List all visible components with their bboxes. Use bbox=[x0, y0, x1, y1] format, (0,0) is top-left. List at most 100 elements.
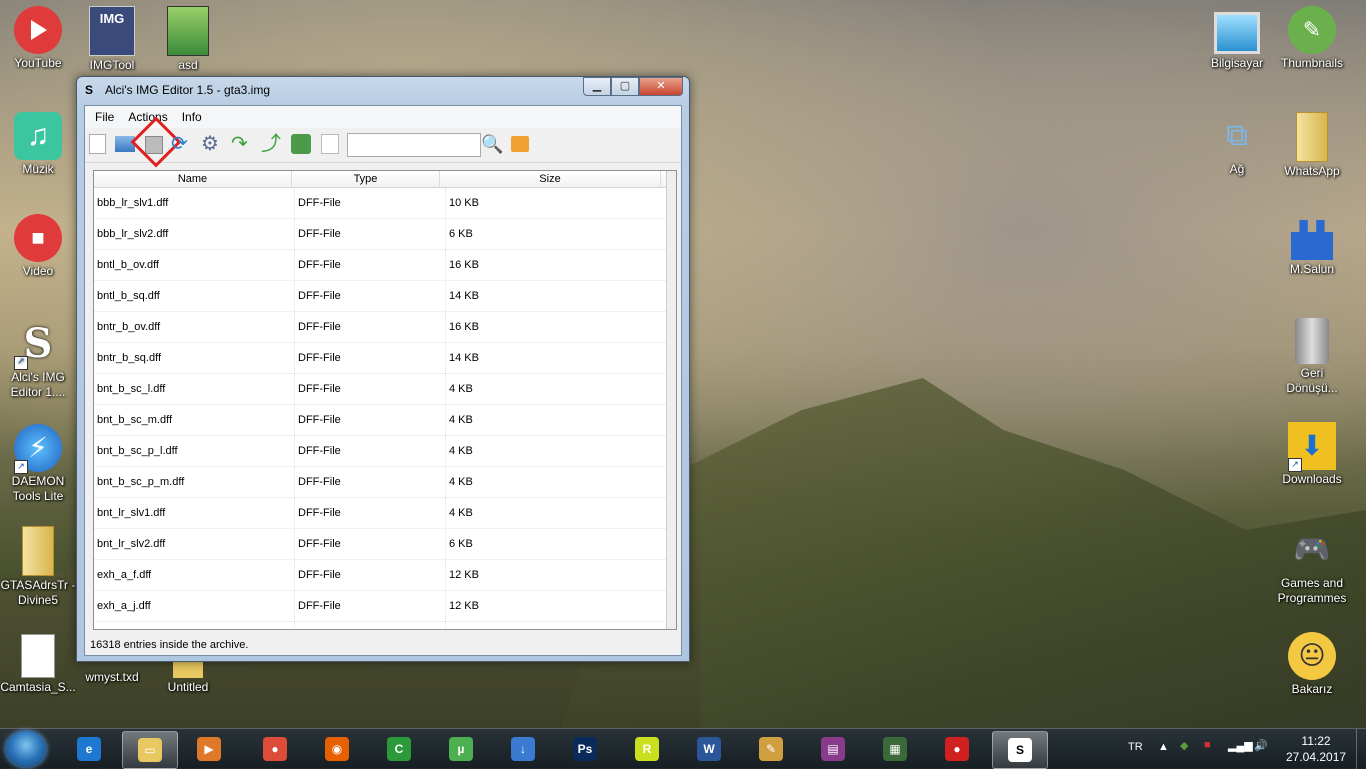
desktop-icon-ag[interactable]: ⧉ Ağ bbox=[1199, 112, 1275, 177]
taskbar-app-internet-explorer[interactable]: e bbox=[62, 731, 116, 767]
desktop-icon-camtasia[interactable]: Camtasia_S... bbox=[0, 634, 76, 695]
find-folder-icon[interactable] bbox=[511, 136, 529, 152]
desktop-icon-games[interactable]: 🎮 Games and Programmes bbox=[1274, 526, 1350, 606]
taskbar-app-winrar[interactable]: ▤ bbox=[806, 731, 860, 767]
taskbar-app-camtasia[interactable]: C bbox=[372, 731, 426, 767]
taskbar-app-file-explorer[interactable]: ▭ bbox=[122, 731, 178, 769]
list-row[interactable]: bntl_b_ov.dff DFF-File 16 KB bbox=[94, 250, 676, 281]
new-file-icon[interactable] bbox=[89, 134, 106, 154]
desktop-icon-imgtool[interactable]: IMG IMGTool bbox=[74, 6, 150, 73]
row-name: bnt_lr_slv2.dff bbox=[94, 529, 295, 559]
settings-gear-icon[interactable]: ⚙ bbox=[201, 134, 221, 154]
desktop-icon-label: Bilgisayar bbox=[1210, 56, 1264, 70]
row-size: 6 KB bbox=[446, 219, 670, 249]
row-size: 12 KB bbox=[446, 591, 670, 621]
show-hidden-icons-icon[interactable]: ▲ bbox=[1158, 741, 1169, 753]
network-icon: ⧉ bbox=[1226, 119, 1248, 152]
refresh-icon[interactable]: ⟳ bbox=[171, 134, 191, 154]
list-row[interactable]: bntr_b_ov.dff DFF-File 16 KB bbox=[94, 312, 676, 343]
taskbar-app-paint[interactable]: ✎ bbox=[744, 731, 798, 767]
taskbar-app-utorrent[interactable]: µ bbox=[434, 731, 488, 767]
taskbar-app-winrar-green[interactable]: R bbox=[620, 731, 674, 767]
list-row[interactable]: bnt_b_sc_l.dff DFF-File 4 KB bbox=[94, 374, 676, 405]
list-row[interactable]: bnt_b_sc_m.dff DFF-File 4 KB bbox=[94, 405, 676, 436]
vertical-scrollbar[interactable] bbox=[666, 171, 676, 629]
desktop-icon-gtasadrstr[interactable]: GTASAdrsTr - Divine5 bbox=[0, 526, 76, 608]
list-row[interactable]: exh_a_f.dff DFF-File 12 KB bbox=[94, 560, 676, 591]
row-type: DFF-File bbox=[295, 498, 446, 528]
taskbar-app-media-player[interactable]: ▶ bbox=[182, 731, 236, 767]
taskbar-app-firefox[interactable]: ◉ bbox=[310, 731, 364, 767]
desktop-icon-youtube[interactable]: YouTube bbox=[0, 6, 76, 71]
list-row[interactable]: exh_a_l.dffDFF-File12 KB bbox=[94, 622, 676, 629]
desktop-icon-img-editor[interactable]: S ↗ Alci's IMG Editor 1.... bbox=[0, 320, 76, 400]
taskbar-app-task-manager[interactable]: ▦ bbox=[868, 731, 922, 767]
column-header-size[interactable]: Size bbox=[440, 171, 661, 187]
task-manager-icon: ▦ bbox=[883, 737, 907, 761]
list-row[interactable]: bntr_b_sq.dff DFF-File 14 KB bbox=[94, 343, 676, 374]
taskbar-app-recorder[interactable]: ● bbox=[930, 731, 984, 767]
desktop-icon-label: wmyst.txd bbox=[85, 670, 139, 684]
list-row[interactable]: bnt_lr_slv1.dff DFF-File 4 KB bbox=[94, 498, 676, 529]
copy-icon[interactable] bbox=[321, 134, 339, 154]
desktop-icon-whatsapp[interactable]: WhatsApp bbox=[1274, 112, 1350, 179]
paint-icon: ✎ bbox=[759, 737, 783, 761]
list-row[interactable]: bbb_lr_slv1.dff DFF-File 10 KB bbox=[94, 188, 676, 219]
column-header-type[interactable]: Type bbox=[292, 171, 440, 187]
list-row[interactable]: bntl_b_sq.dff DFF-File 14 KB bbox=[94, 281, 676, 312]
network-tray-icon[interactable]: ◆ bbox=[1180, 739, 1188, 752]
list-row[interactable]: bnt_b_sc_p_m.dff DFF-File 4 KB bbox=[94, 467, 676, 498]
maximize-button[interactable]: ▢ bbox=[611, 77, 639, 96]
list-row[interactable]: bbb_lr_slv2.dff DFF-File 6 KB bbox=[94, 219, 676, 250]
desktop-icon-label: Games and Programmes bbox=[1277, 576, 1347, 605]
taskbar-app-photoshop[interactable]: Ps bbox=[558, 731, 612, 767]
list-row[interactable]: bnt_lr_slv2.dff DFF-File 6 KB bbox=[94, 529, 676, 560]
file-explorer-icon: ▭ bbox=[138, 738, 162, 762]
chrome-icon: ● bbox=[263, 737, 287, 761]
desktop-icon-bilgisayar[interactable]: Bilgisayar bbox=[1199, 6, 1275, 71]
security-tray-icon[interactable]: ■ bbox=[1204, 739, 1211, 751]
idm-icon: ↓ bbox=[511, 737, 535, 761]
desktop-icon-asd[interactable]: asd bbox=[150, 6, 226, 73]
start-button[interactable] bbox=[6, 731, 46, 767]
menu-info[interactable]: Info bbox=[175, 106, 209, 128]
desktop-icon-downloads[interactable]: ⬇ ↗ Downloads bbox=[1274, 422, 1350, 487]
desktop-icon-video[interactable]: ■ Video bbox=[0, 214, 76, 279]
title-bar[interactable]: S Alci's IMG Editor 1.5 - gta3.img ▁ ▢ ✕ bbox=[77, 77, 689, 103]
img-editor-window: S Alci's IMG Editor 1.5 - gta3.img ▁ ▢ ✕… bbox=[76, 76, 690, 662]
search-icon[interactable]: 🔍 bbox=[481, 134, 503, 154]
desktop-icon-muzik[interactable]: ♫ Müzik bbox=[0, 112, 76, 177]
music-icon: ♫ bbox=[14, 112, 62, 160]
desktop-icon-msalun[interactable]: M.Salun bbox=[1274, 214, 1350, 277]
close-button[interactable]: ✕ bbox=[639, 77, 683, 96]
column-header-name[interactable]: Name bbox=[94, 171, 292, 187]
signal-icon[interactable]: ▂▄▆ bbox=[1228, 739, 1253, 752]
taskbar-app-chrome[interactable]: ● bbox=[248, 731, 302, 767]
row-name: bnt_b_sc_m.dff bbox=[94, 405, 295, 435]
language-indicator[interactable]: TR bbox=[1128, 741, 1143, 753]
desktop-icon-daemon[interactable]: ⚡ ↗ DAEMON Tools Lite bbox=[0, 424, 76, 504]
list-row[interactable]: exh_a_j.dff DFF-File 12 KB bbox=[94, 591, 676, 622]
volume-icon[interactable]: 🔊 bbox=[1254, 739, 1268, 752]
desktop-icon-bakariz[interactable]: 😐 Bakarız bbox=[1274, 632, 1350, 697]
minimize-button[interactable]: ▁ bbox=[583, 77, 611, 96]
taskbar-app-img-editor-taskbar[interactable]: S bbox=[992, 731, 1048, 769]
app-icon: S bbox=[85, 83, 94, 97]
import-arrow-icon[interactable]: ↷ bbox=[231, 134, 251, 154]
menu-file[interactable]: File bbox=[88, 106, 121, 128]
desktop-icon-recycle-bin[interactable]: Geri Dönüşü... bbox=[1274, 318, 1350, 396]
taskbar-app-idm[interactable]: ↓ bbox=[496, 731, 550, 767]
clock[interactable]: 11:22 27.04.2017 bbox=[1286, 733, 1346, 765]
taskbar-app-word[interactable]: W bbox=[682, 731, 736, 767]
video-file-icon bbox=[167, 6, 209, 56]
export-arrow-icon[interactable]: ⤴ bbox=[261, 134, 281, 154]
row-size: 12 KB bbox=[446, 560, 670, 590]
list-row[interactable]: bnt_b_sc_p_l.dff DFF-File 4 KB bbox=[94, 436, 676, 467]
search-input[interactable] bbox=[347, 133, 481, 157]
rebuild-icon[interactable] bbox=[291, 134, 311, 154]
desktop-icon-wmyst[interactable]: wmyst.txd bbox=[74, 670, 150, 685]
show-desktop-button[interactable] bbox=[1356, 729, 1366, 769]
row-name: bbb_lr_slv2.dff bbox=[94, 219, 295, 249]
row-type: DFF-File bbox=[295, 188, 446, 218]
desktop-icon-thumbnails[interactable]: ✎ Thumbnails bbox=[1274, 6, 1350, 71]
